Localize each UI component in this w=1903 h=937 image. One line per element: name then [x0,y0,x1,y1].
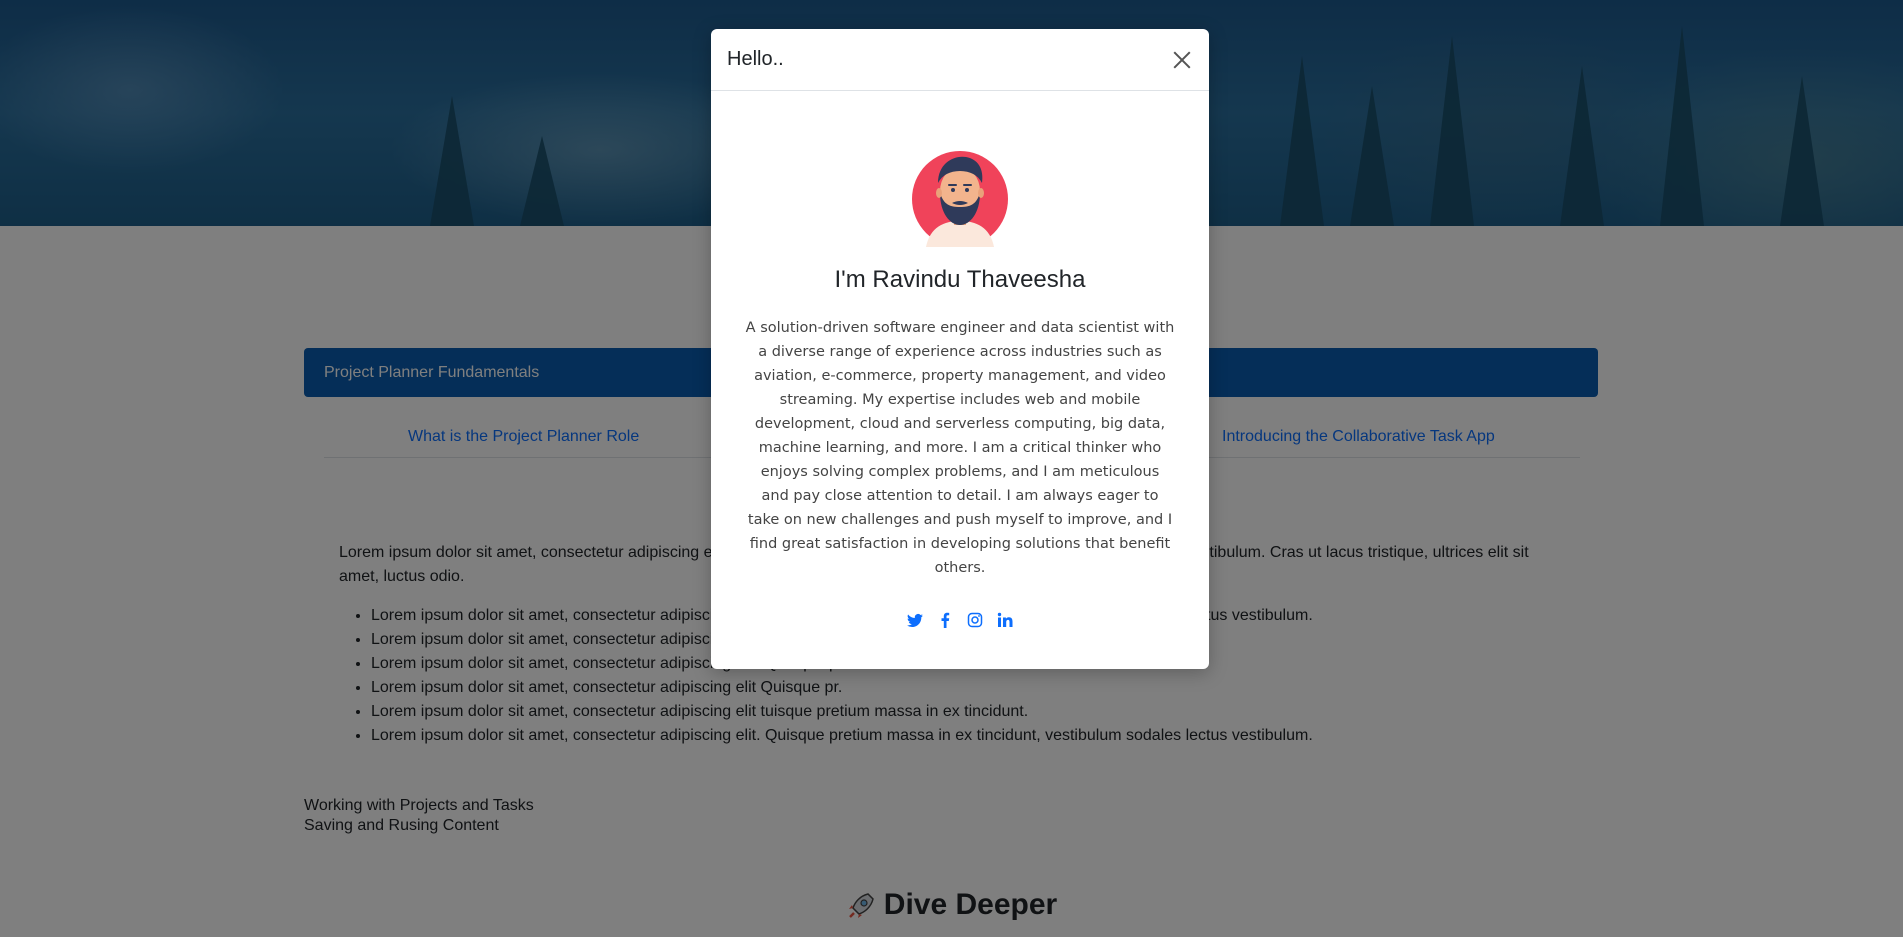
linkedin-icon[interactable] [997,612,1013,628]
twitter-icon[interactable] [907,612,923,628]
facebook-icon[interactable] [937,612,953,628]
profile-modal: Hello.. I'm Ravindu Thaveesha A solution… [711,29,1209,669]
modal-header: Hello.. [711,29,1209,91]
instagram-icon[interactable] [967,612,983,628]
profile-bio: A solution-driven software engineer and … [745,320,1175,576]
avatar [912,151,1008,247]
social-links [711,612,1209,628]
profile-name: I'm Ravindu Thaveesha [834,266,1086,293]
close-icon[interactable] [1171,49,1193,71]
modal-body: I'm Ravindu Thaveesha A solution-driven … [711,91,1209,628]
modal-title: Hello.. [727,48,784,70]
